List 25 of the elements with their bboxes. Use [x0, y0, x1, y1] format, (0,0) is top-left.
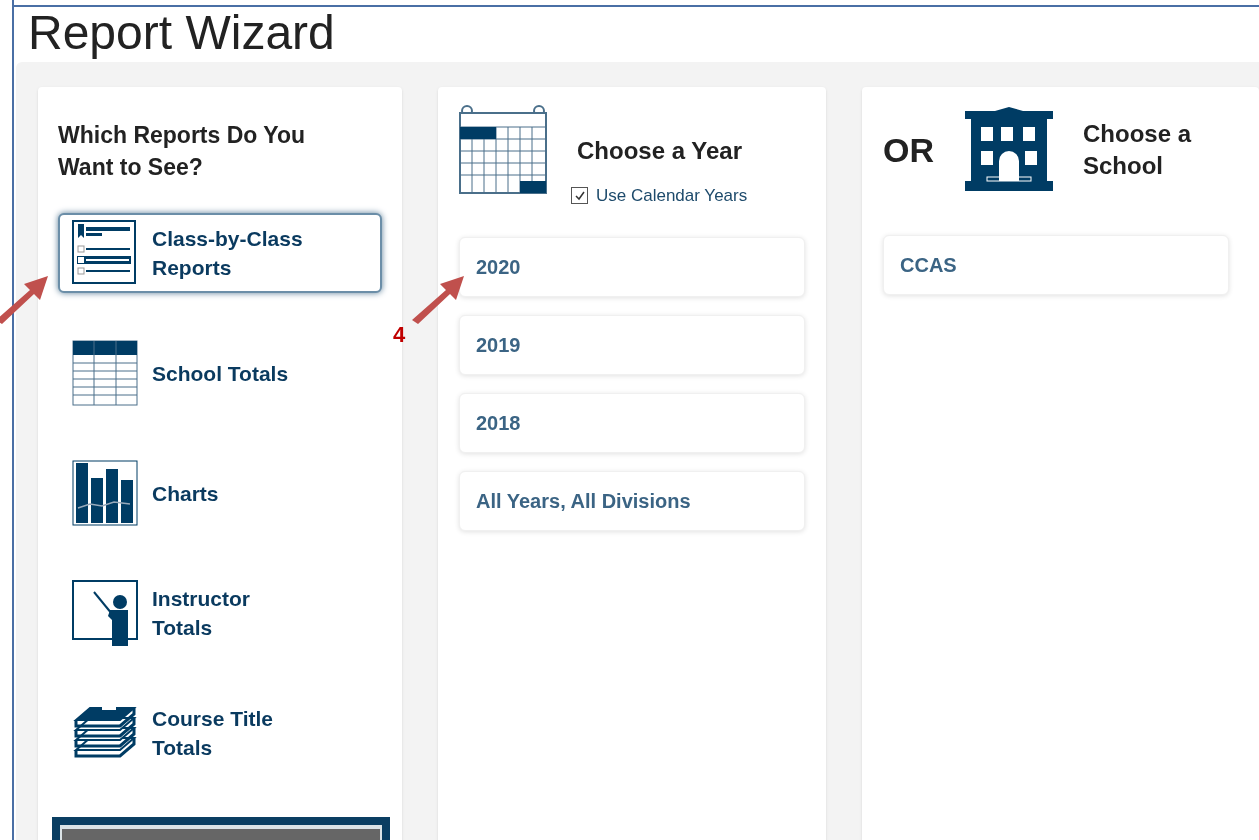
year-option[interactable]: All Years, All Divisions — [459, 470, 805, 531]
calendar-years-checkbox[interactable]: Use Calendar Years — [571, 183, 748, 209]
year-option[interactable]: 2018 — [459, 392, 805, 453]
report-type-option[interactable]: School Totals — [58, 333, 382, 413]
checklist-icon — [72, 220, 138, 286]
year-heading: Choose a Year — [577, 136, 743, 166]
bar-chart-icon — [72, 460, 138, 526]
report-type-option[interactable]: Class-by-Class Reports — [58, 213, 382, 293]
reports-heading: Which Reports Do You Want to See? — [58, 121, 307, 182]
page-title: Report Wizard — [27, 5, 336, 61]
calendar-icon — [459, 105, 547, 195]
annotation-number: 4 — [393, 321, 406, 349]
report-type-option[interactable]: Course Title Totals — [58, 693, 382, 773]
report-type-option[interactable]: Instructor Totals — [58, 573, 382, 653]
or-label: OR — [883, 129, 935, 171]
school-option[interactable]: CCAS — [883, 235, 1229, 295]
annotation-arrow — [410, 274, 466, 324]
annotation-arrow — [0, 274, 50, 324]
year-option[interactable]: 2019 — [459, 314, 805, 375]
table-icon — [72, 340, 138, 406]
year-option[interactable]: 2020 — [459, 236, 805, 297]
report-type-option[interactable]: Charts — [58, 453, 382, 533]
school-heading: Choose a School — [1083, 119, 1193, 181]
checkbox-icon[interactable] — [571, 187, 588, 205]
instructor-icon — [72, 580, 138, 646]
